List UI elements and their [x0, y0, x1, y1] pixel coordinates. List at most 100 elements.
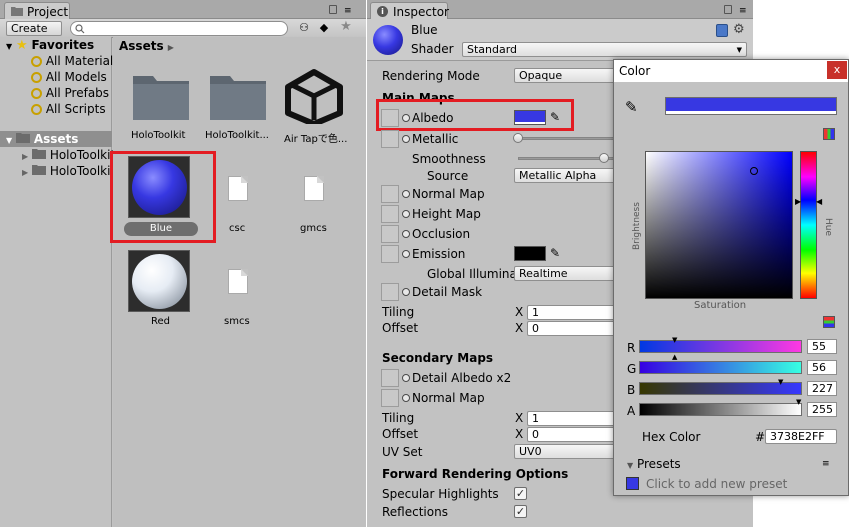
white-sphere [132, 254, 187, 309]
eyedropper-icon[interactable]: ✎ [625, 98, 638, 116]
metallic-knob[interactable] [513, 133, 523, 143]
b-field[interactable]: 227 [807, 381, 837, 396]
chevron-down-icon: ▼ [736, 46, 742, 54]
file-icon[interactable] [228, 176, 248, 201]
shader-dropdown[interactable]: Standard ▼ [462, 42, 747, 57]
g-cursor[interactable]: ▲ [672, 353, 677, 361]
search-icon [31, 88, 42, 99]
tab-inspector[interactable]: i Inspector [370, 2, 449, 19]
folder-icon[interactable] [131, 70, 191, 122]
favorite-item[interactable]: All Prefabs [31, 86, 109, 100]
metallic-texture-slot[interactable] [381, 130, 399, 148]
menu-icon[interactable]: ≡ [344, 6, 352, 16]
metallic-slider[interactable] [518, 137, 616, 140]
favorite-item[interactable]: All Material [31, 54, 113, 68]
rendering-mode-dropdown[interactable]: Opaque [514, 68, 616, 83]
breadcrumb[interactable]: Assets ▶ [119, 39, 174, 53]
offset2-x-value: 0 [532, 428, 539, 441]
slider-mode-icon[interactable] [823, 316, 835, 328]
normal-map-slot[interactable] [381, 185, 399, 203]
shader-value: Standard [467, 43, 518, 56]
uv-set-dropdown[interactable]: UV0 [514, 444, 616, 459]
specular-highlights-checkbox[interactable]: ✓ [514, 487, 527, 500]
g-slider[interactable] [639, 361, 802, 374]
occlusion-slot[interactable] [381, 225, 399, 243]
height-map-slot[interactable] [381, 205, 399, 223]
g-field[interactable]: 56 [807, 360, 837, 375]
global-illumination-dropdown[interactable]: Realtime [514, 266, 616, 281]
tiling2-x-field[interactable]: 1 [527, 411, 616, 426]
file-icon[interactable] [304, 176, 324, 201]
folder-icon [31, 149, 46, 159]
source-dropdown[interactable]: Metallic Alpha [514, 168, 616, 183]
add-preset-label[interactable]: Click to add new preset [646, 477, 787, 491]
tiling-x-field[interactable]: 1 [527, 305, 616, 320]
b-cursor[interactable]: ▼ [778, 378, 783, 386]
filter-by-type-icon[interactable]: ⚇ [296, 21, 312, 36]
color-mode-icon[interactable] [823, 128, 835, 140]
folder-icon[interactable] [208, 70, 268, 122]
favorites-header[interactable]: ▼ ★ Favorites [6, 38, 94, 53]
tab-project[interactable]: Project [4, 2, 70, 19]
r-slider[interactable] [639, 340, 802, 353]
expand-arrow-icon: ▶ [22, 168, 29, 177]
emission-color-swatch[interactable] [514, 246, 546, 261]
sv-cursor[interactable] [750, 167, 758, 175]
lock-icon[interactable] [724, 5, 732, 14]
r-field[interactable]: 55 [807, 339, 837, 354]
detail-albedo-slot[interactable] [381, 369, 399, 387]
filter-by-label-icon[interactable]: ◆ [316, 21, 332, 36]
metallic-dot-icon [402, 135, 410, 143]
a-slider[interactable] [639, 403, 802, 416]
reflections-checkbox[interactable]: ✓ [514, 505, 527, 518]
close-button[interactable]: x [827, 61, 847, 79]
a-field[interactable]: 255 [807, 402, 837, 417]
current-color-swatch [665, 97, 837, 115]
offset-x-field[interactable]: 0 [527, 321, 616, 336]
saturation-brightness-box[interactable] [645, 151, 793, 299]
hue-cursor-left[interactable]: ▶ [795, 197, 801, 206]
tree-folder-holotoolkit[interactable]: ▶ HoloToolkit [22, 148, 115, 162]
preset-swatch[interactable] [626, 477, 639, 490]
menu-icon[interactable]: ≡ [739, 6, 747, 16]
favorite-item[interactable]: All Models [31, 70, 107, 84]
tree-folder-holotoolkit-2[interactable]: ▶ HoloToolkit [22, 164, 115, 178]
favorite-item[interactable]: All Scripts [31, 102, 106, 116]
favorite-star-icon[interactable]: ★ [338, 19, 354, 34]
file-icon[interactable] [228, 269, 248, 294]
emission-slot[interactable] [381, 245, 399, 263]
book-help-icon[interactable] [716, 24, 728, 37]
highlight-frame [110, 151, 216, 243]
presets-header[interactable]: ▼ Presets [627, 457, 681, 471]
lock-icon[interactable] [329, 5, 337, 14]
a-cursor[interactable]: ▼ [796, 398, 801, 406]
gear-icon[interactable]: ⚙ [733, 22, 745, 37]
saturation-label: Saturation [694, 300, 747, 311]
folder-icon [15, 133, 30, 143]
rendering-mode-label: Rendering Mode [382, 69, 480, 83]
search-icon [31, 56, 42, 67]
normal-map2-slot[interactable] [381, 389, 399, 407]
assets-tree-header[interactable]: ▼ Assets [6, 132, 78, 146]
presets-menu-icon[interactable]: ≡ [822, 459, 830, 469]
create-button-label: Create [11, 22, 48, 35]
hex-field[interactable]: 3738E2FF [765, 429, 837, 444]
offset2-x-label: X [515, 427, 524, 441]
smoothness-knob[interactable] [599, 153, 609, 163]
detail-mask-slot[interactable] [381, 283, 399, 301]
height-map-dot-icon [402, 210, 410, 218]
create-button[interactable]: Create ▼ [6, 21, 62, 47]
normal-map-label: Normal Map [412, 187, 485, 201]
eyedropper-icon[interactable]: ✎ [550, 246, 560, 260]
source-label: Source [427, 169, 469, 183]
offset2-x-field[interactable]: 0 [527, 427, 616, 442]
r-cursor[interactable]: ▼ [672, 336, 677, 344]
hue-bar[interactable] [800, 151, 817, 299]
unity-scene-icon[interactable] [284, 68, 344, 124]
tiling-label: Tiling [382, 305, 415, 319]
expand-arrow-icon: ▼ [627, 461, 634, 470]
hue-cursor-right[interactable]: ◀ [816, 197, 822, 206]
search-input[interactable] [70, 21, 288, 36]
detail-albedo-dot-icon [402, 374, 410, 382]
offset-label: Offset [382, 321, 419, 335]
